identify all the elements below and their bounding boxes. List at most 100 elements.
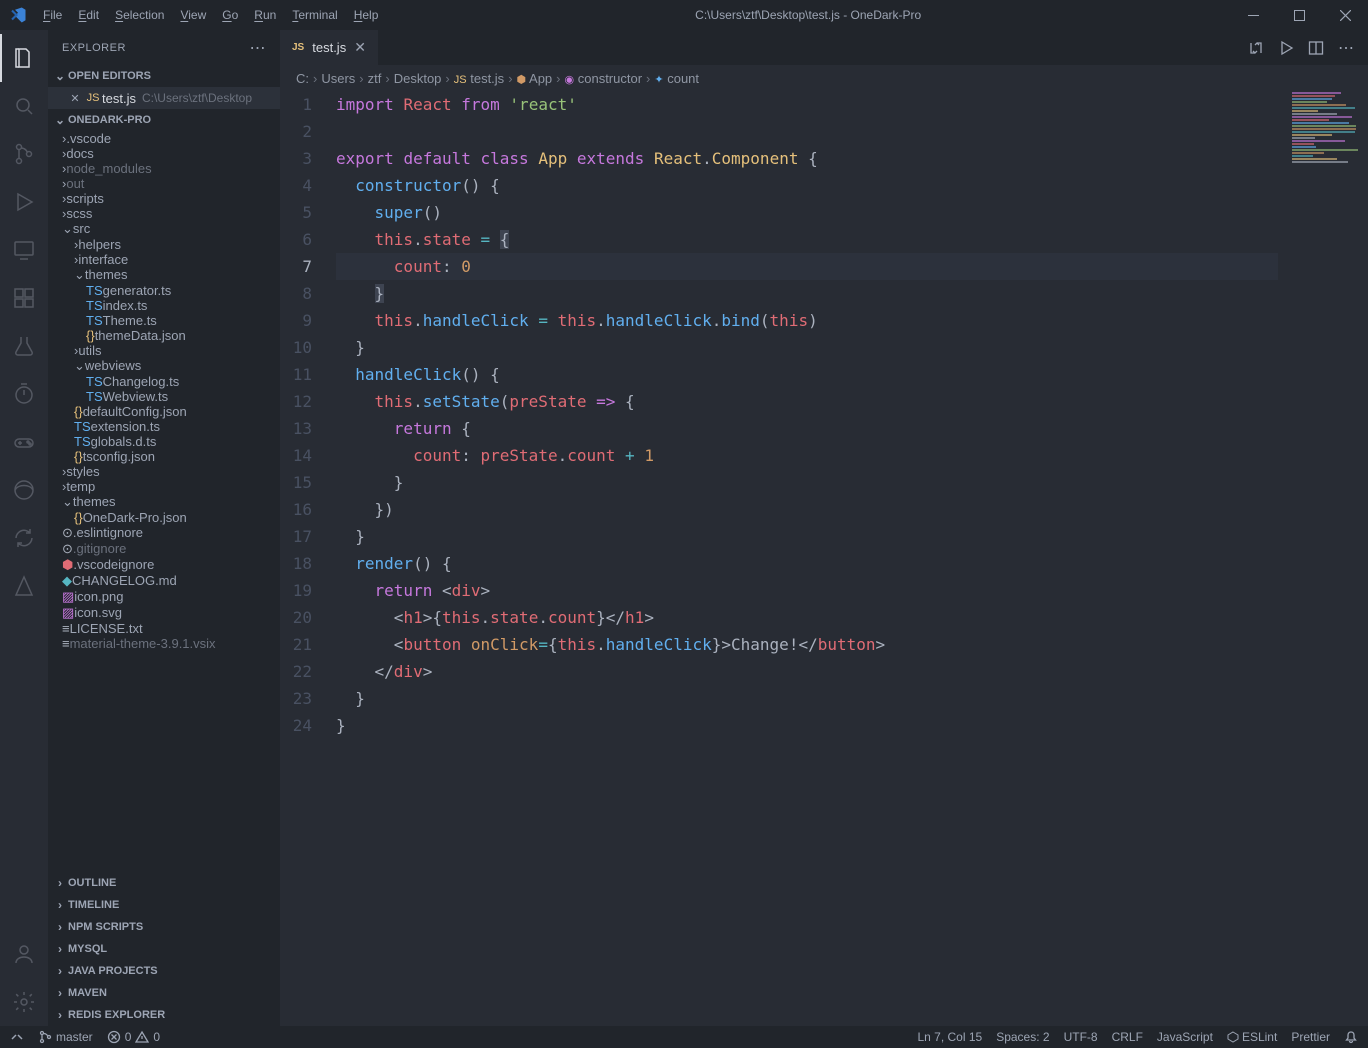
breadcrumb-segment[interactable]: Desktop — [394, 71, 442, 86]
menu-terminal[interactable]: Terminal — [284, 8, 345, 22]
section-maven[interactable]: ›MAVEN — [48, 982, 280, 1004]
file-item[interactable]: TSTheme.ts — [48, 313, 280, 328]
run-icon[interactable] — [1278, 40, 1294, 56]
file-item[interactable]: {}defaultConfig.json — [48, 404, 280, 419]
breadcrumb-segment[interactable]: ◉ constructor — [565, 71, 643, 86]
open-editors-header[interactable]: ⌄ OPEN EDITORS — [48, 65, 280, 87]
file-item[interactable]: ▨icon.png — [48, 589, 280, 605]
menu-file[interactable]: File — [35, 8, 70, 22]
folder-item[interactable]: ⌄src — [48, 221, 280, 237]
tab-test-js[interactable]: JS test.js ✕ — [280, 30, 378, 65]
file-item[interactable]: ◆CHANGELOG.md — [48, 573, 280, 589]
account-icon[interactable] — [0, 930, 48, 978]
notifications-icon[interactable] — [1344, 1030, 1358, 1044]
azure-icon[interactable] — [0, 562, 48, 610]
edge-icon[interactable] — [0, 466, 48, 514]
file-item[interactable]: ≡material-theme-3.9.1.vsix — [48, 636, 280, 651]
search-icon[interactable] — [0, 82, 48, 130]
section-mysql[interactable]: ›MYSQL — [48, 938, 280, 960]
file-item[interactable]: TSglobals.d.ts — [48, 434, 280, 449]
close-button[interactable] — [1322, 0, 1368, 30]
eol-indicator[interactable]: CRLF — [1112, 1030, 1143, 1044]
folder-item[interactable]: ›out — [48, 176, 280, 191]
breadcrumb-segment[interactable]: Users — [321, 71, 355, 86]
folder-item[interactable]: ⌄themes — [48, 267, 280, 283]
file-item[interactable]: TSChangelog.ts — [48, 374, 280, 389]
file-item[interactable]: ⬢.vscodeignore — [48, 557, 280, 573]
breadcrumb[interactable]: C: › Users › ztf › Desktop › JS test.js … — [280, 65, 1368, 91]
folder-item[interactable]: ›helpers — [48, 237, 280, 252]
prettier-indicator[interactable]: Prettier — [1291, 1030, 1330, 1044]
breadcrumb-segment[interactable]: ztf — [368, 71, 382, 86]
menu-selection[interactable]: Selection — [107, 8, 172, 22]
folder-item[interactable]: ›utils — [48, 343, 280, 358]
minimize-button[interactable] — [1230, 0, 1276, 30]
folder-item[interactable]: ›scripts — [48, 191, 280, 206]
split-icon[interactable] — [1308, 40, 1324, 56]
section-outline[interactable]: ›OUTLINE — [48, 872, 280, 894]
more-icon[interactable]: ⋯ — [1338, 38, 1354, 58]
cursor-position[interactable]: Ln 7, Col 15 — [917, 1030, 982, 1044]
settings-icon[interactable] — [0, 978, 48, 1026]
run-debug-icon[interactable] — [0, 178, 48, 226]
source-control-icon[interactable] — [0, 130, 48, 178]
folder-item[interactable]: ⌄themes — [48, 494, 280, 510]
extensions-icon[interactable] — [0, 274, 48, 322]
sidebar-more-icon[interactable]: ⋯ — [250, 38, 267, 58]
file-item[interactable]: TSindex.ts — [48, 298, 280, 313]
file-item[interactable]: ▨icon.svg — [48, 605, 280, 621]
minimap[interactable] — [1288, 91, 1368, 291]
folder-item[interactable]: ›scss — [48, 206, 280, 221]
menu-edit[interactable]: Edit — [70, 8, 107, 22]
menu-run[interactable]: Run — [246, 8, 284, 22]
language-indicator[interactable]: JavaScript — [1157, 1030, 1213, 1044]
sync-icon[interactable] — [0, 514, 48, 562]
folder-item[interactable]: ›docs — [48, 146, 280, 161]
breadcrumb-segment[interactable]: JS test.js — [454, 71, 504, 86]
remote-icon[interactable] — [0, 226, 48, 274]
section-redis-explorer[interactable]: ›REDIS EXPLORER — [48, 1004, 280, 1026]
menu-view[interactable]: View — [172, 8, 214, 22]
folder-item[interactable]: ›temp — [48, 479, 280, 494]
file-item[interactable]: TSextension.ts — [48, 419, 280, 434]
folder-item[interactable]: ›styles — [48, 464, 280, 479]
file-item[interactable]: TSgenerator.ts — [48, 283, 280, 298]
remote-button[interactable] — [10, 1030, 24, 1044]
branch-indicator[interactable]: master — [38, 1030, 93, 1044]
indent-indicator[interactable]: Spaces: 2 — [996, 1030, 1049, 1044]
file-item[interactable]: ⊙.gitignore — [48, 541, 280, 557]
file-item[interactable]: {}tsconfig.json — [48, 449, 280, 464]
project-header[interactable]: ⌄ ONEDARK-PRO — [48, 109, 280, 131]
folder-item[interactable]: ⌄webviews — [48, 358, 280, 374]
eslint-indicator[interactable]: ESLint — [1227, 1030, 1277, 1044]
timer-icon[interactable] — [0, 370, 48, 418]
section-npm-scripts[interactable]: ›NPM SCRIPTS — [48, 916, 280, 938]
file-item[interactable]: {}themeData.json — [48, 328, 280, 343]
explorer-icon[interactable] — [0, 34, 48, 82]
testing-icon[interactable] — [0, 322, 48, 370]
file-item[interactable]: ≡LICENSE.txt — [48, 621, 280, 636]
close-icon[interactable]: ✕ — [66, 92, 84, 105]
file-item[interactable]: ⊙.eslintignore — [48, 525, 280, 541]
problems-indicator[interactable]: 0 0 — [107, 1030, 160, 1044]
code-editor[interactable]: 123456789101112131415161718192021222324 … — [280, 91, 1368, 1026]
breadcrumb-segment[interactable]: ✦ count — [654, 71, 699, 86]
close-tab-icon[interactable]: ✕ — [354, 39, 366, 56]
breadcrumb-segment[interactable]: C: — [296, 71, 309, 86]
gamepad-icon[interactable] — [0, 418, 48, 466]
section-java-projects[interactable]: ›JAVA PROJECTS — [48, 960, 280, 982]
menu-go[interactable]: Go — [214, 8, 246, 22]
folder-item[interactable]: ›node_modules — [48, 161, 280, 176]
maximize-button[interactable] — [1276, 0, 1322, 30]
file-item[interactable]: TSWebview.ts — [48, 389, 280, 404]
open-editor-item[interactable]: ✕ JS test.js C:\Users\ztf\Desktop — [48, 87, 280, 109]
file-item[interactable]: {}OneDark-Pro.json — [48, 510, 280, 525]
window-title: C:\Users\ztf\Desktop\test.js - OneDark-P… — [386, 8, 1230, 22]
compare-icon[interactable] — [1248, 40, 1264, 56]
folder-item[interactable]: ›interface — [48, 252, 280, 267]
menu-help[interactable]: Help — [346, 8, 387, 22]
folder-item[interactable]: ›.vscode — [48, 131, 280, 146]
breadcrumb-segment[interactable]: ⬢ App — [517, 71, 553, 86]
section-timeline[interactable]: ›TIMELINE — [48, 894, 280, 916]
encoding-indicator[interactable]: UTF-8 — [1064, 1030, 1098, 1044]
